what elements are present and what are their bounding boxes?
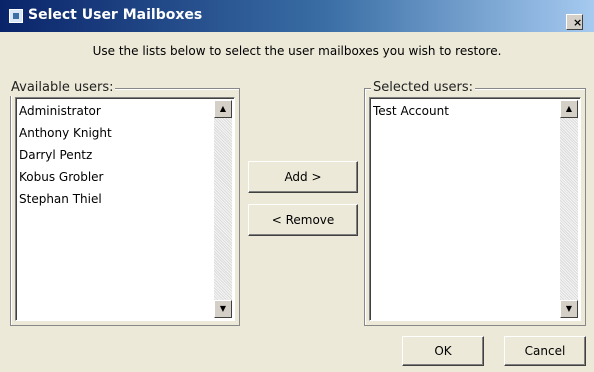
selected-users-group: Selected users: Test Account ▲ ▼ <box>364 80 586 326</box>
scroll-up-arrow-icon[interactable]: ▲ <box>214 100 232 118</box>
available-user-item[interactable]: Anthony Knight <box>19 122 210 144</box>
available-user-item[interactable]: Kobus Grobler <box>19 166 210 188</box>
selected-users-label: Selected users: <box>371 80 475 96</box>
available-users-label: Available users: <box>9 80 116 96</box>
add-button[interactable]: Add > <box>248 161 358 193</box>
scroll-up-arrow-icon[interactable]: ▲ <box>560 100 578 118</box>
available-user-item[interactable]: Stephan Thiel <box>19 188 210 210</box>
available-users-listbox[interactable]: Administrator Anthony Knight Darryl Pent… <box>15 97 235 321</box>
selected-users-scrollbar[interactable]: ▲ ▼ <box>560 100 578 318</box>
ok-button[interactable]: OK <box>402 336 484 366</box>
available-user-item[interactable]: Administrator <box>19 100 210 122</box>
title-bar[interactable]: Select User Mailboxes × <box>0 0 594 32</box>
available-user-item[interactable]: Darryl Pentz <box>19 144 210 166</box>
selected-users-listbox[interactable]: Test Account ▲ ▼ <box>369 97 581 321</box>
available-users-group: Available users: Administrator Anthony K… <box>9 80 240 326</box>
scroll-down-arrow-icon[interactable]: ▼ <box>560 300 578 318</box>
available-users-scrollbar[interactable]: ▲ ▼ <box>214 100 232 318</box>
instruction-text: Use the lists below to select the user m… <box>92 44 502 58</box>
remove-button[interactable]: < Remove <box>248 204 358 236</box>
scroll-down-arrow-icon[interactable]: ▼ <box>214 300 232 318</box>
select-user-mailboxes-dialog: Select User Mailboxes × Use the lists be… <box>0 0 594 372</box>
app-icon <box>9 9 23 23</box>
window-title: Select User Mailboxes <box>28 7 203 23</box>
selected-user-item[interactable]: Test Account <box>373 100 556 122</box>
close-button[interactable]: × <box>566 14 583 30</box>
cancel-button[interactable]: Cancel <box>504 336 586 366</box>
